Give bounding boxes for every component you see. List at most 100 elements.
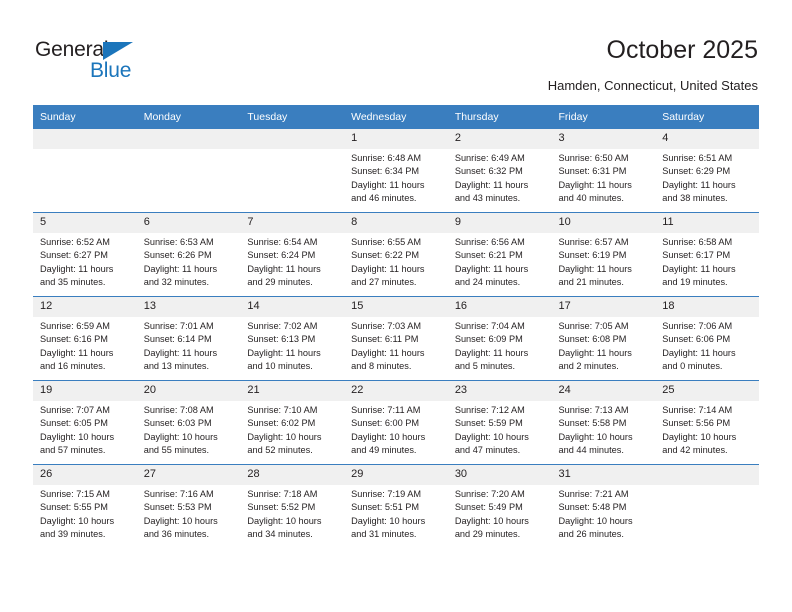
sun-info-daylight-2-line: and 31 minutes. xyxy=(351,528,417,539)
calendar-day-cell[interactable]: 26 Sunrise: 7:15 AM Sunset: 5:55 PM Dayligh… xyxy=(33,464,137,548)
day-number: 27 xyxy=(136,465,241,485)
calendar-day-cell[interactable]: 22 Sunrise: 7:11 AM Sunset: 6:00 PM Dayligh… xyxy=(344,380,448,465)
sun-info-sunrise-line: Sunrise: 6:52 AM xyxy=(40,237,110,247)
calendar-day-cell[interactable]: 28 Sunrise: 7:18 AM Sunset: 5:52 PM Dayligh… xyxy=(240,464,345,548)
calendar-day-cell[interactable]: 1 Sunrise: 6:48 AM Sunset: 6:34 PM Daylight… xyxy=(344,128,448,213)
calendar-day-cell[interactable]: 15 Sunrise: 7:03 AM Sunset: 6:11 PM Dayligh… xyxy=(344,296,448,381)
sun-info-daylight-2-line: and 44 minutes. xyxy=(558,444,624,455)
calendar-day-cell[interactable]: 8 Sunrise: 6:55 AM Sunset: 6:22 PM Daylight… xyxy=(344,212,448,297)
sun-info-sunrise-line: Sunrise: 7:11 AM xyxy=(351,405,421,415)
day-number xyxy=(136,129,241,149)
calendar-day-cell-empty xyxy=(136,128,241,213)
day-sun-info: Sunrise: 7:05 AM Sunset: 6:08 PM Daylight:… xyxy=(552,317,656,373)
sun-info-sunset-line: Sunset: 6:09 PM xyxy=(454,334,523,345)
page-header: General Blue October 2025 Hamden, Connec… xyxy=(0,0,792,104)
calendar-day-cell[interactable]: 3 Sunrise: 6:50 AM Sunset: 6:31 PM Daylight… xyxy=(551,128,656,213)
day-sun-info: Sunrise: 7:14 AM Sunset: 5:56 PM Daylight:… xyxy=(655,401,759,457)
sun-info-daylight-1-line: Daylight: 10 hours xyxy=(143,515,218,526)
calendar-day-cell[interactable]: 6 Sunrise: 6:53 AM Sunset: 6:26 PM Daylight… xyxy=(136,212,241,297)
day-number: 6 xyxy=(136,213,241,233)
sun-info-daylight-1-line: Daylight: 10 hours xyxy=(143,431,218,442)
weekday-header-thursday: Thursday xyxy=(447,105,552,129)
sun-info-sunset-line: Sunset: 6:05 PM xyxy=(40,418,108,429)
sun-info-daylight-1-line: Daylight: 10 hours xyxy=(351,431,426,442)
calendar-day-cell[interactable]: 20 Sunrise: 7:08 AM Sunset: 6:03 PM Dayligh… xyxy=(136,380,241,465)
sun-info-daylight-1-line: Daylight: 11 hours xyxy=(247,347,321,358)
sun-info-daylight-2-line: and 13 minutes. xyxy=(143,360,210,371)
general-blue-logo: General Blue xyxy=(35,38,215,88)
calendar-day-cell[interactable]: 24 Sunrise: 7:13 AM Sunset: 5:58 PM Dayligh… xyxy=(551,380,656,465)
sun-info-sunset-line: Sunset: 6:00 PM xyxy=(351,418,420,429)
sun-info-sunset-line: Sunset: 6:03 PM xyxy=(143,418,212,429)
calendar-week-row: 1 Sunrise: 6:48 AM Sunset: 6:34 PM Daylight… xyxy=(33,128,759,213)
sun-info-daylight-1-line: Daylight: 10 hours xyxy=(40,515,115,526)
sun-info-daylight-1-line: Daylight: 11 hours xyxy=(40,263,114,274)
day-number: 13 xyxy=(136,297,241,317)
sun-info-sunrise-line: Sunrise: 6:51 AM xyxy=(662,153,733,163)
day-number: 23 xyxy=(447,381,552,401)
sun-info-sunset-line: Sunset: 6:14 PM xyxy=(143,334,212,345)
calendar-day-cell[interactable]: 12 Sunrise: 6:59 AM Sunset: 6:16 PM Dayligh… xyxy=(33,296,137,381)
sun-info-daylight-1-line: Daylight: 11 hours xyxy=(454,179,529,190)
sun-info-daylight-1-line: Daylight: 11 hours xyxy=(454,263,529,274)
calendar-day-cell[interactable]: 16 Sunrise: 7:04 AM Sunset: 6:09 PM Dayligh… xyxy=(447,296,552,381)
day-sun-info: Sunrise: 7:01 AM Sunset: 6:14 PM Daylight:… xyxy=(137,317,241,373)
day-number: 19 xyxy=(33,381,137,401)
calendar-day-cell[interactable]: 7 Sunrise: 6:54 AM Sunset: 6:24 PM Daylight… xyxy=(240,212,345,297)
sun-info-sunrise-line: Sunrise: 7:14 AM xyxy=(662,405,733,415)
sun-info-sunrise-line: Sunrise: 7:18 AM xyxy=(247,489,318,499)
calendar-day-cell[interactable]: 14 Sunrise: 7:02 AM Sunset: 6:13 PM Dayligh… xyxy=(240,296,345,381)
sun-info-sunrise-line: Sunrise: 6:49 AM xyxy=(454,153,525,163)
day-number: 7 xyxy=(240,213,345,233)
day-number xyxy=(33,129,137,149)
sun-info-daylight-2-line: and 52 minutes. xyxy=(247,444,313,455)
sun-info-sunrise-line: Sunrise: 6:56 AM xyxy=(454,237,525,247)
calendar-day-cell[interactable]: 17 Sunrise: 7:05 AM Sunset: 6:08 PM Dayligh… xyxy=(551,296,656,381)
sun-info-sunset-line: Sunset: 6:22 PM xyxy=(351,250,420,261)
sun-info-sunset-line: Sunset: 5:58 PM xyxy=(558,418,627,429)
calendar-day-cell[interactable]: 13 Sunrise: 7:01 AM Sunset: 6:14 PM Dayligh… xyxy=(136,296,241,381)
calendar-day-cell[interactable]: 21 Sunrise: 7:10 AM Sunset: 6:02 PM Dayligh… xyxy=(240,380,345,465)
sun-info-daylight-2-line: and 35 minutes. xyxy=(40,276,106,287)
sun-info-sunrise-line: Sunrise: 6:55 AM xyxy=(351,237,422,247)
sun-info-daylight-1-line: Daylight: 11 hours xyxy=(662,179,736,190)
calendar-day-cell[interactable]: 27 Sunrise: 7:16 AM Sunset: 5:53 PM Dayligh… xyxy=(136,464,241,548)
calendar-day-cell[interactable]: 31 Sunrise: 7:21 AM Sunset: 5:48 PM Dayligh… xyxy=(551,464,656,548)
calendar-day-cell[interactable]: 10 Sunrise: 6:57 AM Sunset: 6:19 PM Dayligh… xyxy=(551,212,656,297)
day-sun-info: Sunrise: 7:19 AM Sunset: 5:51 PM Daylight:… xyxy=(344,485,448,541)
sun-info-sunrise-line: Sunrise: 7:08 AM xyxy=(143,405,214,415)
day-sun-info: Sunrise: 6:52 AM Sunset: 6:27 PM Daylight:… xyxy=(33,233,137,289)
calendar-week-row: 26 Sunrise: 7:15 AM Sunset: 5:55 PM Dayligh… xyxy=(33,464,759,548)
calendar-day-cell[interactable]: 30 Sunrise: 7:20 AM Sunset: 5:49 PM Dayligh… xyxy=(447,464,552,548)
calendar-day-cell[interactable]: 11 Sunrise: 6:58 AM Sunset: 6:17 PM Dayligh… xyxy=(655,212,759,297)
calendar-day-cell[interactable]: 25 Sunrise: 7:14 AM Sunset: 5:56 PM Dayligh… xyxy=(655,380,759,465)
calendar-day-cell[interactable]: 5 Sunrise: 6:52 AM Sunset: 6:27 PM Daylight… xyxy=(33,212,137,297)
sun-info-sunrise-line: Sunrise: 7:12 AM xyxy=(454,405,525,415)
sun-info-daylight-2-line: and 38 minutes. xyxy=(662,192,728,203)
sun-info-sunrise-line: Sunrise: 7:15 AM xyxy=(40,489,110,499)
calendar-day-cell[interactable]: 9 Sunrise: 6:56 AM Sunset: 6:21 PM Daylight… xyxy=(447,212,552,297)
calendar-day-cell[interactable]: 19 Sunrise: 7:07 AM Sunset: 6:05 PM Dayligh… xyxy=(33,380,137,465)
weekday-header-friday: Friday xyxy=(551,105,656,129)
day-sun-info: Sunrise: 6:55 AM Sunset: 6:22 PM Daylight:… xyxy=(344,233,448,289)
sun-info-daylight-2-line: and 26 minutes. xyxy=(558,528,624,539)
sun-info-sunrise-line: Sunrise: 6:48 AM xyxy=(351,153,422,163)
day-number: 14 xyxy=(240,297,345,317)
sun-info-sunset-line: Sunset: 6:02 PM xyxy=(247,418,316,429)
page-subtitle: Hamden, Connecticut, United States xyxy=(547,78,758,93)
calendar-day-cell[interactable]: 2 Sunrise: 6:49 AM Sunset: 6:32 PM Daylight… xyxy=(447,128,552,213)
day-sun-info: Sunrise: 6:57 AM Sunset: 6:19 PM Daylight:… xyxy=(552,233,656,289)
day-number: 8 xyxy=(344,213,448,233)
calendar-day-cell[interactable]: 29 Sunrise: 7:19 AM Sunset: 5:51 PM Dayligh… xyxy=(344,464,448,548)
calendar-day-cell[interactable]: 18 Sunrise: 7:06 AM Sunset: 6:06 PM Dayligh… xyxy=(655,296,759,381)
calendar-day-cell[interactable]: 4 Sunrise: 6:51 AM Sunset: 6:29 PM Daylight… xyxy=(655,128,759,213)
day-number: 31 xyxy=(551,465,656,485)
sun-info-sunrise-line: Sunrise: 6:59 AM xyxy=(40,321,110,331)
sun-info-sunset-line: Sunset: 6:26 PM xyxy=(143,250,212,261)
sun-info-sunset-line: Sunset: 6:11 PM xyxy=(351,334,419,345)
logo-text-blue: Blue xyxy=(90,59,132,82)
day-number xyxy=(655,465,759,485)
calendar-day-cell[interactable]: 23 Sunrise: 7:12 AM Sunset: 5:59 PM Dayligh… xyxy=(447,380,552,465)
sun-info-sunrise-line: Sunrise: 7:07 AM xyxy=(40,405,110,415)
day-number: 18 xyxy=(655,297,759,317)
